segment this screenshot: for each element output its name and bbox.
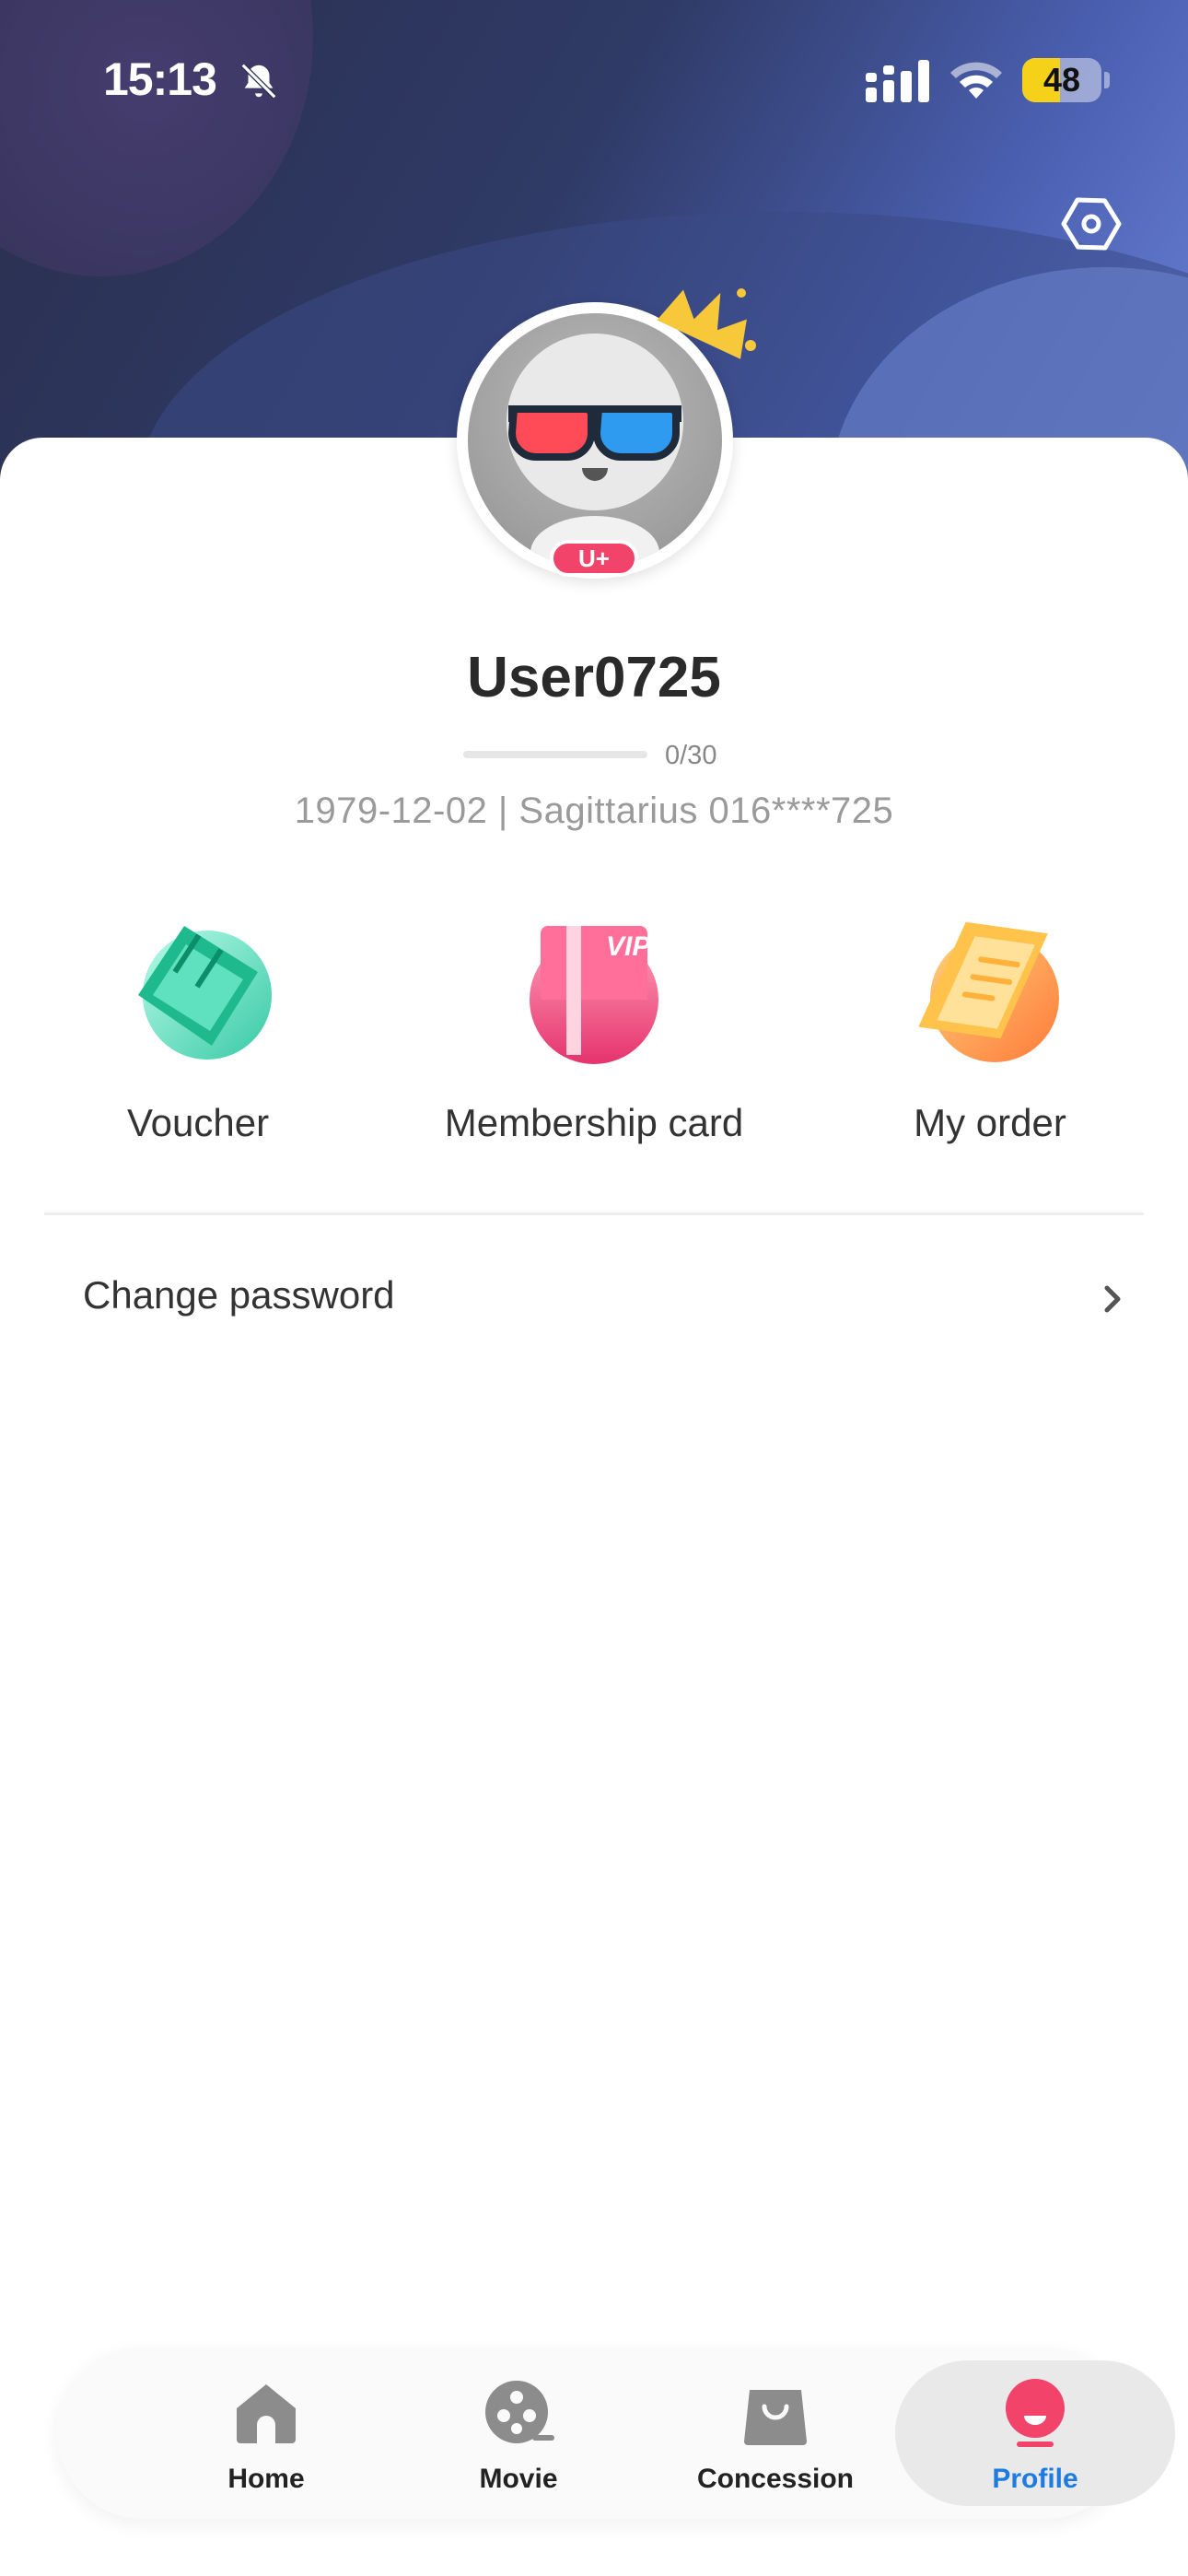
shopping-bag-icon [744,2390,807,2445]
membership-card-button[interactable]: VIP Membership card [419,907,769,1156]
clipboard-order-icon [918,921,1059,1062]
tab-label: Movie [479,2464,558,2494]
battery-level: 48 [1042,61,1081,99]
bell-muted-icon [240,63,277,100]
profile-info-line: 1979-12-02 | Sagittarius 016****725 [294,790,894,831]
battery-indicator: 48 [1022,58,1110,102]
svg-text:VIP: VIP [606,931,651,962]
crown-icon [657,288,756,359]
cellular-signal-icon [866,60,929,102]
tab-label: Home [227,2464,305,2494]
tab-home[interactable]: Home [142,2348,390,2519]
action-label: Voucher [126,1101,270,1144]
change-password-row[interactable]: Change password [44,1253,1144,1345]
membership-badge[interactable]: U+ [550,540,638,577]
tab-label: Concession [696,2464,855,2494]
status-time: 15:13 [103,53,217,105]
voucher-button[interactable]: Voucher [23,907,373,1156]
action-label: Membership card [444,1101,744,1144]
action-label: My order [914,1101,1066,1144]
vip-card-icon: VIP [530,926,658,1064]
bottom-tab-bar: Home Movie Concession Profile [57,2348,1175,2519]
tab-movie[interactable]: Movie [394,2348,643,2519]
ticket-icon [138,926,272,1060]
tab-profile[interactable]: Profile [895,2360,1175,2506]
chevron-right-icon [1104,1285,1121,1313]
section-divider [44,1212,1144,1215]
tab-concession[interactable]: Concession [651,2348,900,2519]
my-order-button[interactable]: My order [815,907,1165,1156]
home-icon [237,2384,296,2443]
wifi-icon [950,62,1002,99]
status-bar: 15:13 48 [0,51,1188,115]
change-password-label: Change password [83,1273,395,1317]
profile-icon [1006,2379,1065,2447]
tab-label: Profile [992,2464,1078,2494]
film-reel-icon [485,2381,554,2443]
level-progress-text: 0/30 [665,741,717,770]
hexagon-gear-icon[interactable] [1061,193,1122,254]
username: User0725 [467,646,721,709]
level-progress-bar [463,751,647,758]
profile-card [0,438,1188,2576]
